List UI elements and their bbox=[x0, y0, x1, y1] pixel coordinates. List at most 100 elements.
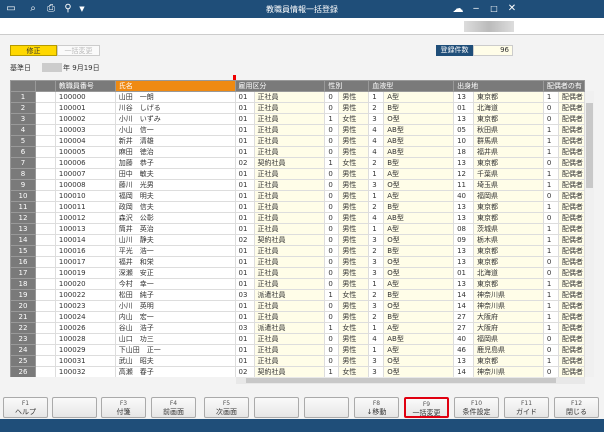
cell-employee-id[interactable]: 100002 bbox=[54, 113, 116, 125]
cell-blank[interactable] bbox=[34, 256, 56, 268]
cell-employment-type[interactable]: 正社員 bbox=[253, 245, 326, 257]
cell-row-number[interactable]: 3 bbox=[10, 113, 36, 125]
cell-gender-code[interactable]: 0 bbox=[324, 124, 340, 136]
cell-employee-id[interactable]: 100029 bbox=[54, 344, 116, 356]
cell-birthplace[interactable]: 栃木県 bbox=[473, 234, 544, 246]
cell-blood-code[interactable]: 1 bbox=[368, 168, 385, 180]
cell-gender-code[interactable]: 0 bbox=[324, 300, 340, 312]
cell-birthplace-code[interactable]: 08 bbox=[453, 223, 475, 235]
cell-blood-type[interactable]: O型 bbox=[383, 267, 455, 279]
cell-birthplace-code[interactable]: 14 bbox=[453, 366, 475, 377]
cell-birthplace[interactable]: 東京都 bbox=[473, 91, 544, 103]
cell-blood-code[interactable]: 1 bbox=[368, 322, 385, 334]
cell-employee-id[interactable]: 100028 bbox=[54, 333, 116, 345]
cell-blood-code[interactable]: 1 bbox=[368, 278, 385, 290]
cell-blank[interactable] bbox=[34, 333, 56, 345]
vertical-scrollbar[interactable] bbox=[585, 91, 594, 377]
cell-blood-type[interactable]: O型 bbox=[383, 300, 455, 312]
cell-gender-code[interactable]: 0 bbox=[324, 234, 340, 246]
cell-employment-type[interactable]: 正社員 bbox=[253, 102, 326, 114]
horizontal-scrollbar[interactable] bbox=[236, 377, 585, 384]
table-row[interactable]: 22 100026 谷山 浩子 03 派遣社員 1 女性 1 A型 27 大阪府 1 配偶者 bbox=[10, 322, 585, 334]
cell-birthplace[interactable]: 東京都 bbox=[473, 256, 544, 268]
cell-employee-id[interactable]: 100022 bbox=[54, 289, 116, 301]
cell-employment-code[interactable]: 01 bbox=[234, 190, 255, 202]
cell-employment-type[interactable]: 正社員 bbox=[253, 223, 326, 235]
cell-spouse-code[interactable]: 1 bbox=[542, 300, 559, 312]
cell-spouse-code[interactable]: 1 bbox=[542, 223, 559, 235]
cell-gender[interactable]: 女性 bbox=[338, 289, 370, 301]
cell-spouse-code[interactable]: 1 bbox=[542, 91, 559, 103]
cell-name[interactable]: 下山田 正一 bbox=[114, 344, 236, 356]
cell-blood-type[interactable]: AB型 bbox=[383, 212, 455, 224]
cell-gender-code[interactable]: 0 bbox=[324, 190, 340, 202]
cell-employment-type[interactable]: 正社員 bbox=[253, 333, 326, 345]
cell-birthplace[interactable]: 鹿児島県 bbox=[473, 344, 544, 356]
cell-employee-id[interactable]: 100019 bbox=[54, 267, 116, 279]
cell-row-number[interactable]: 6 bbox=[10, 146, 36, 158]
cell-birthplace-code[interactable]: 40 bbox=[453, 333, 475, 345]
table-row[interactable]: 18 100020 今村 幸一 01 正社員 0 男性 1 A型 13 東京都 1 配偶者 bbox=[10, 278, 585, 290]
cell-birthplace-code[interactable]: 13 bbox=[453, 278, 475, 290]
cell-gender[interactable]: 男性 bbox=[338, 102, 370, 114]
cell-gender[interactable]: 男性 bbox=[338, 190, 370, 202]
cell-employment-type[interactable]: 契約社員 bbox=[253, 234, 326, 246]
cell-blank[interactable] bbox=[34, 168, 56, 180]
cell-blood-type[interactable]: A型 bbox=[383, 91, 455, 103]
cell-blood-code[interactable]: 1 bbox=[368, 91, 385, 103]
cell-name[interactable]: 福井 和栄 bbox=[114, 256, 236, 268]
cell-birthplace-code[interactable]: 13 bbox=[453, 212, 475, 224]
cell-gender-code[interactable]: 0 bbox=[324, 223, 340, 235]
cell-employment-code[interactable]: 02 bbox=[234, 234, 255, 246]
cell-birthplace[interactable]: 東京都 bbox=[473, 201, 544, 213]
cell-employment-type[interactable]: 正社員 bbox=[253, 113, 326, 125]
cell-name[interactable]: 武山 昭夫 bbox=[114, 355, 236, 367]
cell-blank[interactable] bbox=[34, 311, 56, 323]
cell-employment-code[interactable]: 01 bbox=[234, 146, 255, 158]
cell-row-number[interactable]: 15 bbox=[10, 245, 36, 257]
cell-birthplace[interactable]: 神奈川県 bbox=[473, 289, 544, 301]
cell-employment-type[interactable]: 正社員 bbox=[253, 190, 326, 202]
cell-employee-id[interactable]: 100020 bbox=[54, 278, 116, 290]
cell-name[interactable]: 山口 功三 bbox=[114, 333, 236, 345]
cell-blood-code[interactable]: 1 bbox=[368, 223, 385, 235]
cell-employee-id[interactable]: 100026 bbox=[54, 322, 116, 334]
cell-spouse-code[interactable]: 1 bbox=[542, 201, 559, 213]
cell-birthplace-code[interactable]: 01 bbox=[453, 102, 475, 114]
cell-employee-id[interactable]: 100024 bbox=[54, 311, 116, 323]
cell-blank[interactable] bbox=[34, 234, 56, 246]
cell-blood-code[interactable]: 3 bbox=[368, 234, 385, 246]
cell-gender[interactable]: 男性 bbox=[338, 201, 370, 213]
table-row[interactable]: 10 100010 福岡 明夫 01 正社員 0 男性 1 A型 40 福岡県 0 配偶者 bbox=[10, 190, 585, 202]
cell-gender[interactable]: 男性 bbox=[338, 344, 370, 356]
cell-gender[interactable]: 男性 bbox=[338, 311, 370, 323]
cell-gender[interactable]: 男性 bbox=[338, 278, 370, 290]
cell-name[interactable]: 松田 純子 bbox=[114, 289, 236, 301]
bulk-change-button[interactable]: 一括変更 bbox=[57, 45, 100, 56]
header-employment-type[interactable]: 雇用区分 bbox=[234, 80, 326, 92]
cell-birthplace-code[interactable]: 13 bbox=[453, 157, 475, 169]
cell-employment-code[interactable]: 02 bbox=[234, 157, 255, 169]
cell-blank[interactable] bbox=[34, 223, 56, 235]
cell-spouse[interactable]: 配偶者 bbox=[557, 190, 585, 202]
cell-name[interactable]: 谷山 浩子 bbox=[114, 322, 236, 334]
cell-gender-code[interactable]: 0 bbox=[324, 278, 340, 290]
cell-spouse[interactable]: 配偶者 bbox=[557, 179, 585, 191]
cell-employment-code[interactable]: 01 bbox=[234, 278, 255, 290]
cell-gender[interactable]: 男性 bbox=[338, 223, 370, 235]
cell-birthplace[interactable]: 埼玉県 bbox=[473, 179, 544, 191]
cell-gender-code[interactable]: 0 bbox=[324, 267, 340, 279]
cell-employee-id[interactable]: 100032 bbox=[54, 366, 116, 377]
table-row[interactable]: 13 100013 筒井 英治 01 正社員 0 男性 1 A型 08 茨城県 1 配偶者 bbox=[10, 223, 585, 235]
cell-birthplace-code[interactable]: 10 bbox=[453, 135, 475, 147]
cell-employee-id[interactable]: 100011 bbox=[54, 201, 116, 213]
cell-birthplace-code[interactable]: 01 bbox=[453, 267, 475, 279]
cell-spouse[interactable]: 配偶者 bbox=[557, 168, 585, 180]
cell-employment-code[interactable]: 01 bbox=[234, 124, 255, 136]
table-row[interactable]: 20 100023 小川 英明 01 正社員 0 男性 3 O型 14 神奈川県 1 配偶者 bbox=[10, 300, 585, 312]
function-key-f1[interactable]: F1 ヘルプ bbox=[3, 397, 48, 418]
cell-birthplace-code[interactable]: 13 bbox=[453, 355, 475, 367]
cell-blank[interactable] bbox=[34, 157, 56, 169]
cell-birthplace-code[interactable]: 13 bbox=[453, 91, 475, 103]
cell-row-number[interactable]: 14 bbox=[10, 234, 36, 246]
